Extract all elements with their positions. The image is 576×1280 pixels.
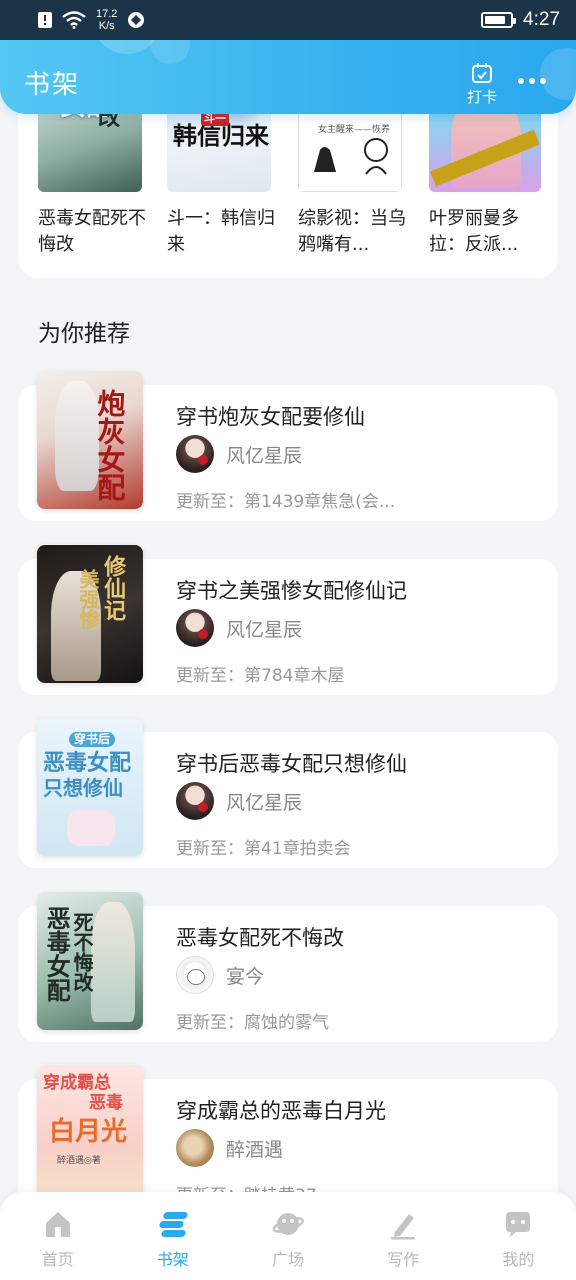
nav-label: 首页 bbox=[41, 1250, 74, 1269]
nav-item-home[interactable]: 首页 bbox=[0, 1192, 115, 1280]
author-name: 醉酒遇 bbox=[226, 1138, 284, 1161]
shelf-book-title: 叶罗丽曼多拉：反派... bbox=[429, 208, 519, 255]
book-title: 穿书之美强惨女配修仙记 bbox=[176, 579, 407, 603]
avatar bbox=[176, 1129, 214, 1167]
author-name: 宴今 bbox=[226, 965, 265, 988]
clock: 4:27 bbox=[523, 9, 560, 30]
book-cover: 恶毒女配 死不悔改 bbox=[37, 892, 143, 1030]
nav-label: 我的 bbox=[502, 1250, 535, 1269]
recommend-card[interactable]: 恶毒女配 死不悔改 恶毒女配死不悔改 宴今 更新至：腐蚀的雾气 bbox=[18, 892, 558, 1042]
shelf-book-title: 斗一：韩信归来 bbox=[167, 208, 275, 255]
page-title: 书架 bbox=[24, 70, 81, 100]
author-name: 风亿星辰 bbox=[226, 791, 303, 814]
update-status: 更新至：第1439章焦急(会... bbox=[176, 492, 396, 512]
author-row[interactable]: 风亿星辰 bbox=[176, 435, 302, 473]
avatar bbox=[176, 956, 214, 994]
book-title: 穿书后恶毒女配只想修仙 bbox=[176, 752, 407, 776]
checkin-button[interactable]: 打卡 bbox=[463, 62, 501, 107]
update-status: 更新至：第784章木屋 bbox=[176, 666, 345, 686]
battery-icon bbox=[481, 12, 517, 28]
chat-bubble-icon bbox=[506, 1212, 531, 1237]
checkin-label: 打卡 bbox=[466, 88, 497, 106]
avatar bbox=[176, 782, 214, 820]
status-bar: 17.2 K/s 4:27 bbox=[0, 0, 576, 40]
more-options-icon[interactable] bbox=[518, 78, 546, 84]
avatar bbox=[176, 609, 214, 647]
author-name: 风亿星辰 bbox=[226, 444, 303, 467]
nav-item-mine[interactable]: 我的 bbox=[461, 1192, 576, 1280]
recommend-card[interactable]: 修仙记 美强惨 穿书之美强惨女配修仙记 风亿星辰 更新至：第784章木屋 bbox=[18, 545, 558, 695]
vpn-icon bbox=[128, 12, 145, 28]
book-cover: 穿书后 恶毒女配 只想修仙 bbox=[37, 718, 143, 856]
shelf-book-title: 恶毒女配死不悔改 bbox=[38, 208, 146, 255]
section-title: 为你推荐 bbox=[38, 321, 130, 347]
nav-label: 广场 bbox=[272, 1250, 305, 1269]
book-title: 穿书炮灰女配要修仙 bbox=[176, 405, 365, 429]
calendar-check-icon bbox=[472, 63, 492, 83]
update-status: 更新至：腐蚀的雾气 bbox=[176, 1013, 329, 1033]
author-row[interactable]: 风亿星辰 bbox=[176, 782, 302, 820]
shelf-book-title: 综影视：当乌鸦嘴有... bbox=[298, 208, 406, 255]
book-title: 恶毒女配死不悔改 bbox=[176, 926, 344, 950]
app-header: 书架 打卡 bbox=[0, 0, 576, 114]
home-icon bbox=[45, 1212, 70, 1237]
update-status: 更新至：第41章拍卖会 bbox=[176, 839, 351, 859]
network-speed: 17.2 K/s bbox=[96, 8, 118, 32]
notification-icon bbox=[38, 12, 52, 28]
author-name: 风亿星辰 bbox=[226, 618, 303, 641]
book-cover: 修仙记 美强惨 bbox=[37, 545, 143, 683]
avatar bbox=[176, 435, 214, 473]
planet-icon bbox=[272, 1213, 304, 1235]
nav-item-bookshelf[interactable]: 书架 bbox=[115, 1192, 230, 1280]
decor-bubble bbox=[540, 48, 576, 100]
recommend-card[interactable]: 穿书后 恶毒女配 只想修仙 穿书后恶毒女配只想修仙 风亿星辰 更新至：第41章拍… bbox=[18, 718, 558, 868]
author-row[interactable]: 宴今 bbox=[176, 956, 264, 994]
author-row[interactable]: 风亿星辰 bbox=[176, 609, 302, 647]
recommend-card[interactable]: 炮灰女配 穿书炮灰女配要修仙 风亿星辰 更新至：第1439章焦急(会... bbox=[18, 371, 558, 521]
book-title: 穿成霸总的恶毒白月光 bbox=[176, 1099, 386, 1123]
pen-icon bbox=[391, 1214, 416, 1240]
book-cover: 炮灰女配 bbox=[37, 371, 143, 509]
bottom-nav: 首页 书架 广场 写作 我的 bbox=[0, 1192, 576, 1280]
book-cover: 穿成霸总 恶毒 白月光 醉酒遇◎著 bbox=[37, 1065, 143, 1203]
nav-item-plaza[interactable]: 广场 bbox=[230, 1192, 345, 1280]
nav-label: 写作 bbox=[387, 1250, 420, 1269]
bookshelf-icon bbox=[159, 1212, 188, 1237]
wifi-icon bbox=[62, 11, 86, 29]
nav-item-write[interactable]: 写作 bbox=[346, 1192, 461, 1280]
author-row[interactable]: 醉酒遇 bbox=[176, 1129, 283, 1167]
nav-label: 书架 bbox=[156, 1250, 189, 1269]
